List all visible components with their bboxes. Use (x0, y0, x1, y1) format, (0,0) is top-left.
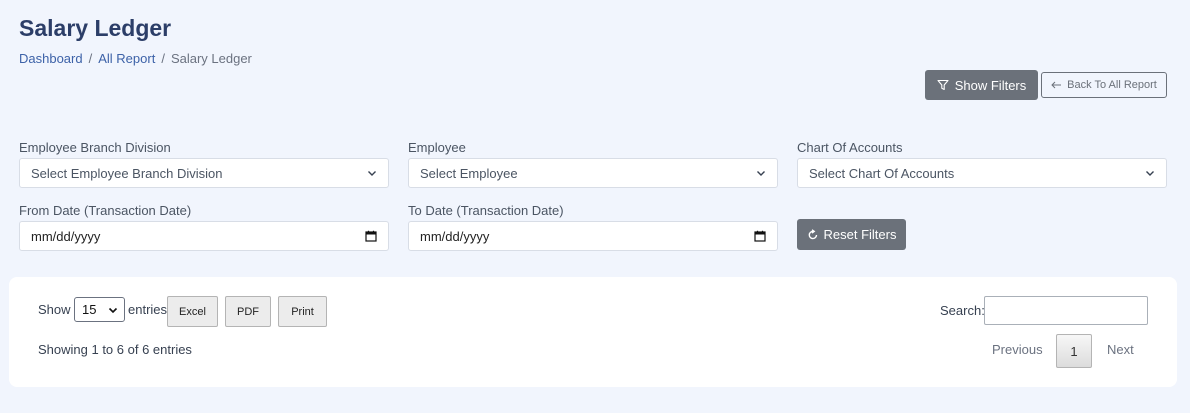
show-filters-label: Show Filters (954, 77, 1027, 93)
calendar-icon[interactable] (365, 230, 377, 242)
accounts-select-value: Select Chart Of Accounts (809, 165, 955, 181)
accounts-select[interactable]: Select Chart Of Accounts (797, 158, 1167, 188)
entries-select-value: 15 (82, 302, 97, 317)
from-date-label: From Date (Transaction Date) (19, 203, 192, 218)
branch-select-value: Select Employee Branch Division (31, 165, 223, 181)
calendar-icon[interactable] (754, 230, 766, 242)
breadcrumb-dashboard[interactable]: Dashboard (19, 51, 83, 66)
breadcrumb-current: Salary Ledger (170, 51, 252, 66)
table-info: Showing 1 to 6 of 6 entries (38, 342, 192, 357)
back-label: Back To All Report (1067, 79, 1157, 91)
back-to-all-report-button[interactable]: Back To All Report (1041, 72, 1167, 98)
pagination-previous[interactable]: Previous (992, 342, 1043, 357)
refresh-icon (808, 228, 817, 239)
search-label: Search: (940, 303, 985, 318)
chevron-down-icon (1146, 171, 1154, 176)
arrow-left-icon (1051, 81, 1062, 89)
pagination-next[interactable]: Next (1107, 342, 1134, 357)
show-filters-button[interactable]: Show Filters (925, 70, 1038, 100)
page-title: Salary Ledger (19, 15, 172, 41)
breadcrumb-separator: / (161, 51, 165, 66)
reset-filters-label: Reset Filters (823, 227, 897, 242)
employee-select-value: Select Employee (420, 165, 518, 181)
filter-icon (937, 79, 949, 91)
entries-select[interactable]: 15 (74, 297, 125, 322)
employee-select[interactable]: Select Employee (408, 158, 778, 188)
accounts-label: Chart Of Accounts (797, 140, 903, 155)
pagination-page-1[interactable]: 1 (1056, 334, 1092, 368)
print-button[interactable]: Print (278, 296, 327, 327)
from-date-input[interactable]: mm/dd/yyyy (19, 221, 389, 251)
table-card (9, 277, 1177, 387)
breadcrumb-all-report[interactable]: All Report (98, 51, 155, 66)
reset-filters-button[interactable]: Reset Filters (797, 219, 906, 250)
branch-select[interactable]: Select Employee Branch Division (19, 158, 389, 188)
entries-label: entries (128, 302, 168, 317)
show-label: Show (38, 302, 71, 317)
employee-label: Employee (408, 140, 466, 155)
to-date-label: To Date (Transaction Date) (408, 203, 564, 218)
chevron-down-icon (108, 307, 118, 313)
search-input[interactable] (984, 296, 1148, 325)
excel-button[interactable]: Excel (167, 296, 218, 327)
to-date-input[interactable]: mm/dd/yyyy (408, 221, 778, 251)
chevron-down-icon (757, 171, 765, 176)
breadcrumb: Dashboard / All Report / Salary Ledger (19, 51, 252, 66)
chevron-down-icon (368, 171, 376, 176)
branch-label: Employee Branch Division (19, 140, 171, 155)
breadcrumb-separator: / (88, 51, 93, 66)
pdf-button[interactable]: PDF (225, 296, 271, 327)
to-date-placeholder: mm/dd/yyyy (420, 228, 490, 244)
from-date-placeholder: mm/dd/yyyy (31, 228, 101, 244)
